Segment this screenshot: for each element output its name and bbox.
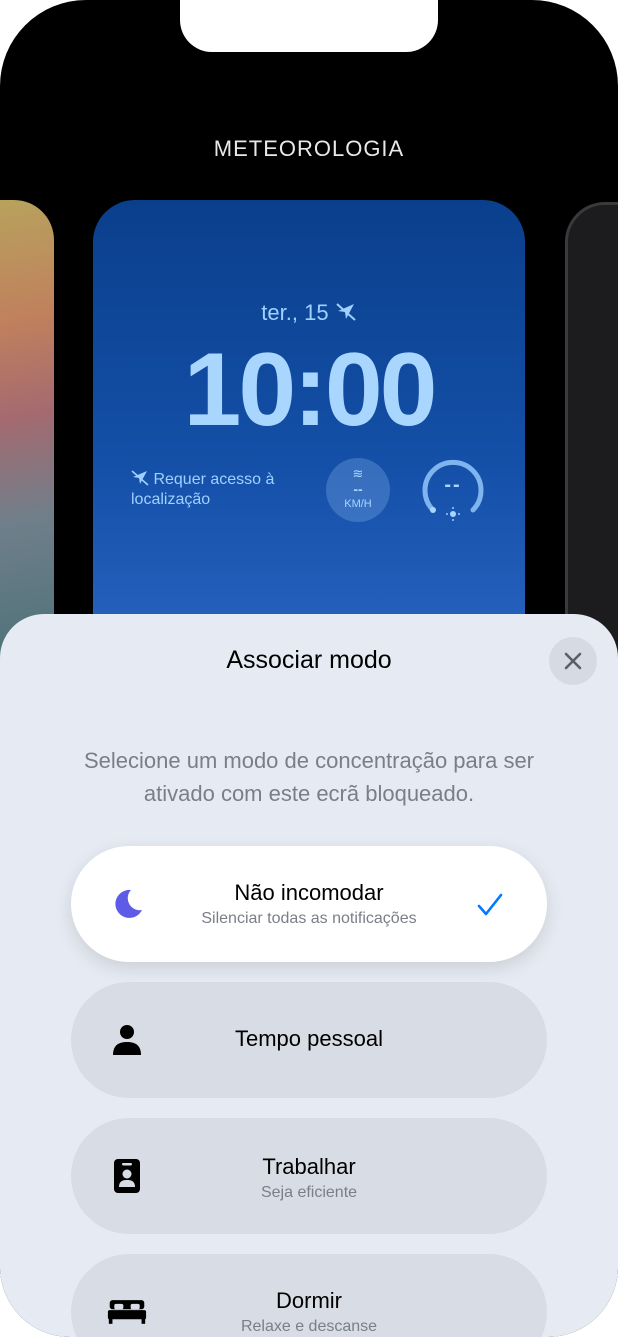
focus-mode-do-not-disturb[interactable]: Não incomodar Silenciar todas as notific… [71,846,547,962]
preview-time: 10:00 [183,332,438,448]
focus-mode-text: Trabalhar Seja eficiente [71,1154,547,1202]
notch [180,0,438,52]
location-off-icon [335,300,357,325]
wallpaper-preview-previous[interactable] [0,200,54,660]
close-icon [564,652,582,670]
focus-mode-personal[interactable]: Tempo pessoal [71,982,547,1098]
preview-date-text: ter., 15 [261,300,329,325]
focus-mode-subtitle: Relaxe e descanse [240,1318,378,1335]
wind-unit: KM/H [344,498,372,510]
uv-gauge-widget[interactable]: -- [421,458,485,522]
sheet-description: Selecione um modo de concentração para s… [83,748,535,806]
focus-link-sheet: Associar modo Selecione um modo de conce… [0,614,618,1337]
location-off-small-icon [131,470,153,488]
focus-mode-title: Dormir [276,1288,342,1313]
uv-value: -- [444,474,462,496]
focus-mode-subtitle: Seja eficiente [260,1184,358,1201]
lock-screen-preview[interactable]: ter., 15 10:00 Requer acesso à localizaç… [93,200,525,680]
focus-mode-sleep[interactable]: Dormir Relaxe e descanse [71,1254,547,1337]
phone-screen: METEOROLOGIA ter., 15 10:00 Requer acess… [0,0,618,1337]
focus-mode-title: Tempo pessoal [235,1026,383,1051]
focus-mode-text: Dormir Relaxe e descanse [71,1288,547,1336]
wind-icon: ≋ [352,466,364,481]
focus-mode-work[interactable]: Trabalhar Seja eficiente [71,1118,547,1234]
focus-mode-text: Tempo pessoal [71,1026,547,1052]
checkmark-icon [473,888,507,922]
close-button[interactable] [549,637,597,685]
sheet-title: Associar modo [226,646,392,674]
focus-mode-title: Trabalhar [262,1154,356,1179]
wind-value: -- [353,481,363,497]
gallery-title: METEOROLOGIA [213,136,405,161]
location-notice: Requer acesso à localização [131,470,311,510]
preview-date: ter., 15 [93,300,525,326]
wallpaper-preview-next[interactable] [565,202,618,662]
location-notice-text: Requer acesso à localização [131,471,275,508]
wind-widget[interactable]: ≋ -- KM/H [326,458,390,522]
